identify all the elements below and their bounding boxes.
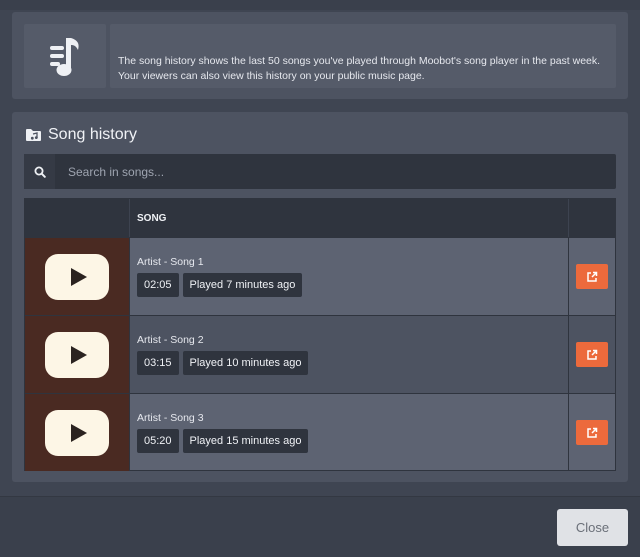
song-name: Artist - Song 1	[137, 256, 204, 268]
external-link-icon	[587, 349, 598, 360]
table-row: Artist - Song 3 05:20 Played 15 minutes …	[25, 394, 615, 471]
song-thumbnail[interactable]	[25, 238, 130, 315]
music-list-icon	[50, 38, 79, 76]
song-thumbnail[interactable]	[25, 316, 130, 393]
search-input[interactable]	[55, 154, 616, 189]
song-name: Artist - Song 3	[137, 412, 204, 424]
info-text-line-2: Your viewers can also view this history …	[118, 70, 425, 82]
open-link-button[interactable]	[576, 420, 608, 445]
panel-title: Song history	[25, 124, 137, 146]
info-icon-cell	[24, 24, 106, 88]
row-actions	[569, 238, 615, 315]
header-song: SONG	[130, 199, 569, 237]
close-button[interactable]: Close	[557, 509, 628, 546]
info-text-line-1: The song history shows the last 50 songs…	[118, 55, 601, 67]
music-folder-icon	[26, 129, 41, 141]
external-link-icon	[587, 427, 598, 438]
song-history-panel: Song history SONG	[12, 112, 628, 482]
song-thumbnail[interactable]	[25, 394, 130, 471]
panel-title-text: Song history	[48, 126, 137, 143]
song-table: SONG Artist - Song 1 02:05 Played 7 minu…	[24, 198, 616, 471]
song-info: Artist - Song 2 03:15 Played 10 minutes …	[130, 316, 569, 393]
info-box: The song history shows the last 50 songs…	[12, 12, 628, 99]
modal-footer: Close	[0, 496, 640, 557]
duration-badge: 05:20	[137, 429, 179, 453]
table-row: Artist - Song 2 03:15 Played 10 minutes …	[25, 316, 615, 394]
youtube-play-icon	[45, 409, 109, 456]
song-info: Artist - Song 1 02:05 Played 7 minutes a…	[130, 238, 569, 315]
table-row: Artist - Song 1 02:05 Played 7 minutes a…	[25, 238, 615, 316]
open-link-button[interactable]	[576, 342, 608, 367]
info-text: The song history shows the last 50 songs…	[110, 24, 616, 88]
played-badge: Played 15 minutes ago	[182, 429, 309, 453]
youtube-play-icon	[45, 331, 109, 378]
header-thumbnail	[25, 199, 130, 237]
search-icon	[34, 166, 46, 178]
external-link-icon	[587, 271, 598, 282]
header-actions	[569, 199, 615, 237]
duration-badge: 02:05	[137, 273, 179, 297]
row-actions	[569, 316, 615, 393]
song-history-modal: The song history shows the last 50 songs…	[0, 0, 640, 557]
song-info: Artist - Song 3 05:20 Played 15 minutes …	[130, 394, 569, 471]
played-badge: Played 7 minutes ago	[182, 273, 303, 297]
row-actions	[569, 394, 615, 471]
open-link-button[interactable]	[576, 264, 608, 289]
song-name: Artist - Song 2	[137, 334, 204, 346]
duration-badge: 03:15	[137, 351, 179, 375]
played-badge: Played 10 minutes ago	[182, 351, 309, 375]
modal-top-edge	[0, 0, 640, 10]
search-bar	[24, 154, 616, 189]
table-header: SONG	[25, 199, 615, 238]
search-button[interactable]	[24, 154, 55, 189]
youtube-play-icon	[45, 253, 109, 300]
